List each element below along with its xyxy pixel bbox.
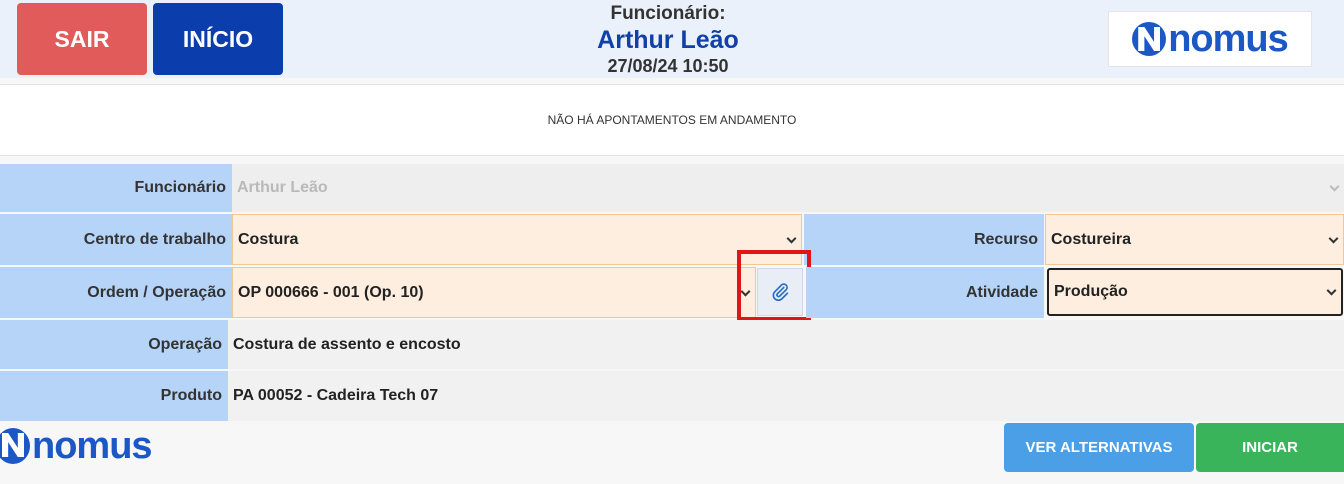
exit-button[interactable]: SAIR [17,3,147,75]
recurso-value: Costureira [1051,230,1132,248]
nomus-logo-icon [1132,22,1167,56]
footer-logo-text: nomus [32,425,153,467]
status-message: NÃO HÁ APONTAMENTOS EM ANDAMENTO [0,84,1344,156]
produto-label: Produto [0,371,228,421]
operacao-value: Costura de assento e encosto [233,335,461,353]
home-button[interactable]: INÍCIO [153,3,283,75]
funcionario-value: Arthur Leão [237,179,328,196]
view-alternatives-button[interactable]: VER ALTERNATIVAS [1004,423,1194,472]
recurso-select[interactable]: Costureira [1045,214,1344,265]
atividade-label: Atividade [806,267,1044,318]
funcionario-select: Arthur Leão [232,164,1344,212]
atividade-select[interactable]: Produção [1047,268,1343,316]
chevron-down-icon [1329,181,1340,192]
ordem-operacao-value: OP 000666 - 001 (Op. 10) [238,283,424,301]
start-button[interactable]: INICIAR [1196,423,1344,472]
nomus-logo-icon [0,428,30,464]
chevron-down-icon [1326,285,1337,296]
header-bar: SAIR INÍCIO Funcionário: Arthur Leão 27/… [0,0,1344,78]
funcionario-label: Funcionário [0,164,232,212]
produto-value-field: PA 00052 - Cadeira Tech 07 [228,371,1344,421]
logo-text: nomus [1168,18,1289,60]
chevron-down-icon [786,233,797,244]
centro-trabalho-value: Costura [238,230,299,248]
atividade-value: Produção [1054,283,1128,300]
operacao-label: Operação [0,320,228,369]
ordem-operacao-select[interactable]: OP 000666 - 001 (Op. 10) [232,267,756,318]
footer-logo: nomus [0,425,153,467]
chevron-down-icon [1328,233,1339,244]
employee-info: Funcionário: Arthur Leão 27/08/24 10:50 [568,3,768,77]
ordem-operacao-label: Ordem / Operação [0,267,232,318]
header-logo: nomus [1108,11,1312,67]
operacao-value-field: Costura de assento e encosto [228,320,1344,369]
produto-value: PA 00052 - Cadeira Tech 07 [233,387,439,404]
current-datetime: 27/08/24 10:50 [607,56,729,76]
centro-trabalho-label: Centro de trabalho [0,214,232,265]
recurso-label: Recurso [804,214,1044,265]
employee-caption: Funcionário: [610,3,726,24]
employee-name: Arthur Leão [597,26,739,54]
highlight-box [737,250,811,321]
centro-trabalho-select[interactable]: Costura [232,214,802,265]
